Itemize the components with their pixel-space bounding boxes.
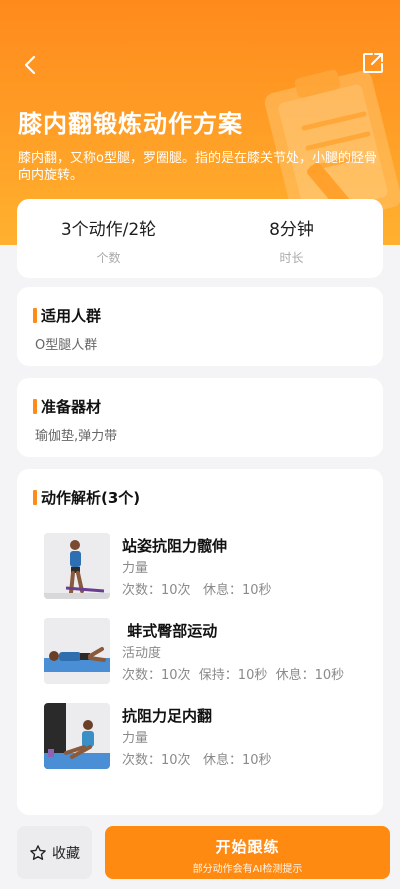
page-title: 膝内翻锻炼动作方案 bbox=[18, 110, 243, 138]
accent-bar bbox=[33, 399, 37, 414]
exercise-category: 力量 bbox=[122, 561, 149, 576]
section-title: 准备器材 bbox=[41, 398, 102, 416]
exercise-name: 蚌式臀部运动 bbox=[122, 622, 218, 640]
stat-duration: 8分钟 时长 bbox=[200, 215, 383, 266]
favorite-button[interactable]: 收藏 bbox=[17, 826, 92, 879]
exercise-meta: 次数：10次 保持：10秒 休息：10秒 bbox=[122, 668, 345, 683]
section-header: 动作解析(3个) bbox=[33, 487, 140, 508]
start-training-hint: 部分动作会有AI检测提示 bbox=[192, 864, 303, 875]
equipment-card: 准备器材 瑜伽垫,弹力带 bbox=[17, 378, 383, 457]
exercise-meta: 次数：10次 休息：10秒 bbox=[122, 583, 272, 598]
section-title: 适用人群 bbox=[41, 307, 102, 325]
star-icon bbox=[30, 844, 46, 860]
start-training-label: 开始跟练 bbox=[215, 838, 280, 856]
page-description: 膝内翻，又称o型腿，罗圈腿。指的是在膝关节处，小腿的胫骨向内旋转。 bbox=[18, 151, 377, 183]
share-icon[interactable] bbox=[360, 50, 386, 76]
exercise-item[interactable]: 蚌式臀部运动 活动度 次数：10次 保持：10秒 休息：10秒 bbox=[44, 618, 364, 684]
exercise-category: 力量 bbox=[122, 731, 149, 746]
stat-count: 3个动作/2轮 个数 bbox=[17, 215, 200, 266]
chevron-left-icon[interactable] bbox=[18, 52, 44, 78]
accent-bar bbox=[33, 308, 37, 323]
exercise-thumbnail bbox=[44, 533, 110, 599]
exercise-meta: 次数：10次 休息：10秒 bbox=[122, 753, 272, 768]
start-training-button[interactable]: 开始跟练 部分动作会有AI检测提示 bbox=[105, 826, 390, 879]
exercise-thumbnail bbox=[44, 703, 110, 769]
exercise-category: 活动度 bbox=[122, 646, 162, 661]
stats-card: 3个动作/2轮 个数 8分钟 时长 bbox=[17, 199, 383, 278]
section-header: 准备器材 bbox=[33, 396, 101, 417]
exercise-name: 站姿抗阻力髋伸 bbox=[122, 537, 228, 555]
favorite-label: 收藏 bbox=[52, 845, 80, 862]
bottom-action-bar: 收藏 开始跟练 部分动作会有AI检测提示 bbox=[0, 815, 400, 889]
section-header: 适用人群 bbox=[33, 305, 101, 326]
stat-duration-value: 8分钟 bbox=[269, 220, 314, 240]
exercise-name: 抗阻力足内翻 bbox=[122, 707, 213, 725]
section-title: 动作解析(3个) bbox=[41, 489, 141, 507]
target-crowd-card: 适用人群 O型腿人群 bbox=[17, 287, 383, 366]
actions-card: 动作解析(3个) 站姿抗阻力髋伸 力量 次数：10次 休息：10秒 蚌式臀部运动… bbox=[17, 469, 383, 815]
exercise-thumbnail bbox=[44, 618, 110, 684]
equipment-text: 瑜伽垫,弹力带 bbox=[35, 429, 118, 444]
exercise-item[interactable]: 抗阻力足内翻 力量 次数：10次 休息：10秒 bbox=[44, 703, 364, 769]
accent-bar bbox=[33, 490, 37, 505]
stat-duration-label: 时长 bbox=[279, 251, 304, 265]
target-crowd-text: O型腿人群 bbox=[35, 338, 98, 353]
exercise-item[interactable]: 站姿抗阻力髋伸 力量 次数：10次 休息：10秒 bbox=[44, 533, 364, 599]
stat-count-value: 3个动作/2轮 bbox=[60, 220, 157, 240]
stat-count-label: 个数 bbox=[96, 251, 121, 265]
